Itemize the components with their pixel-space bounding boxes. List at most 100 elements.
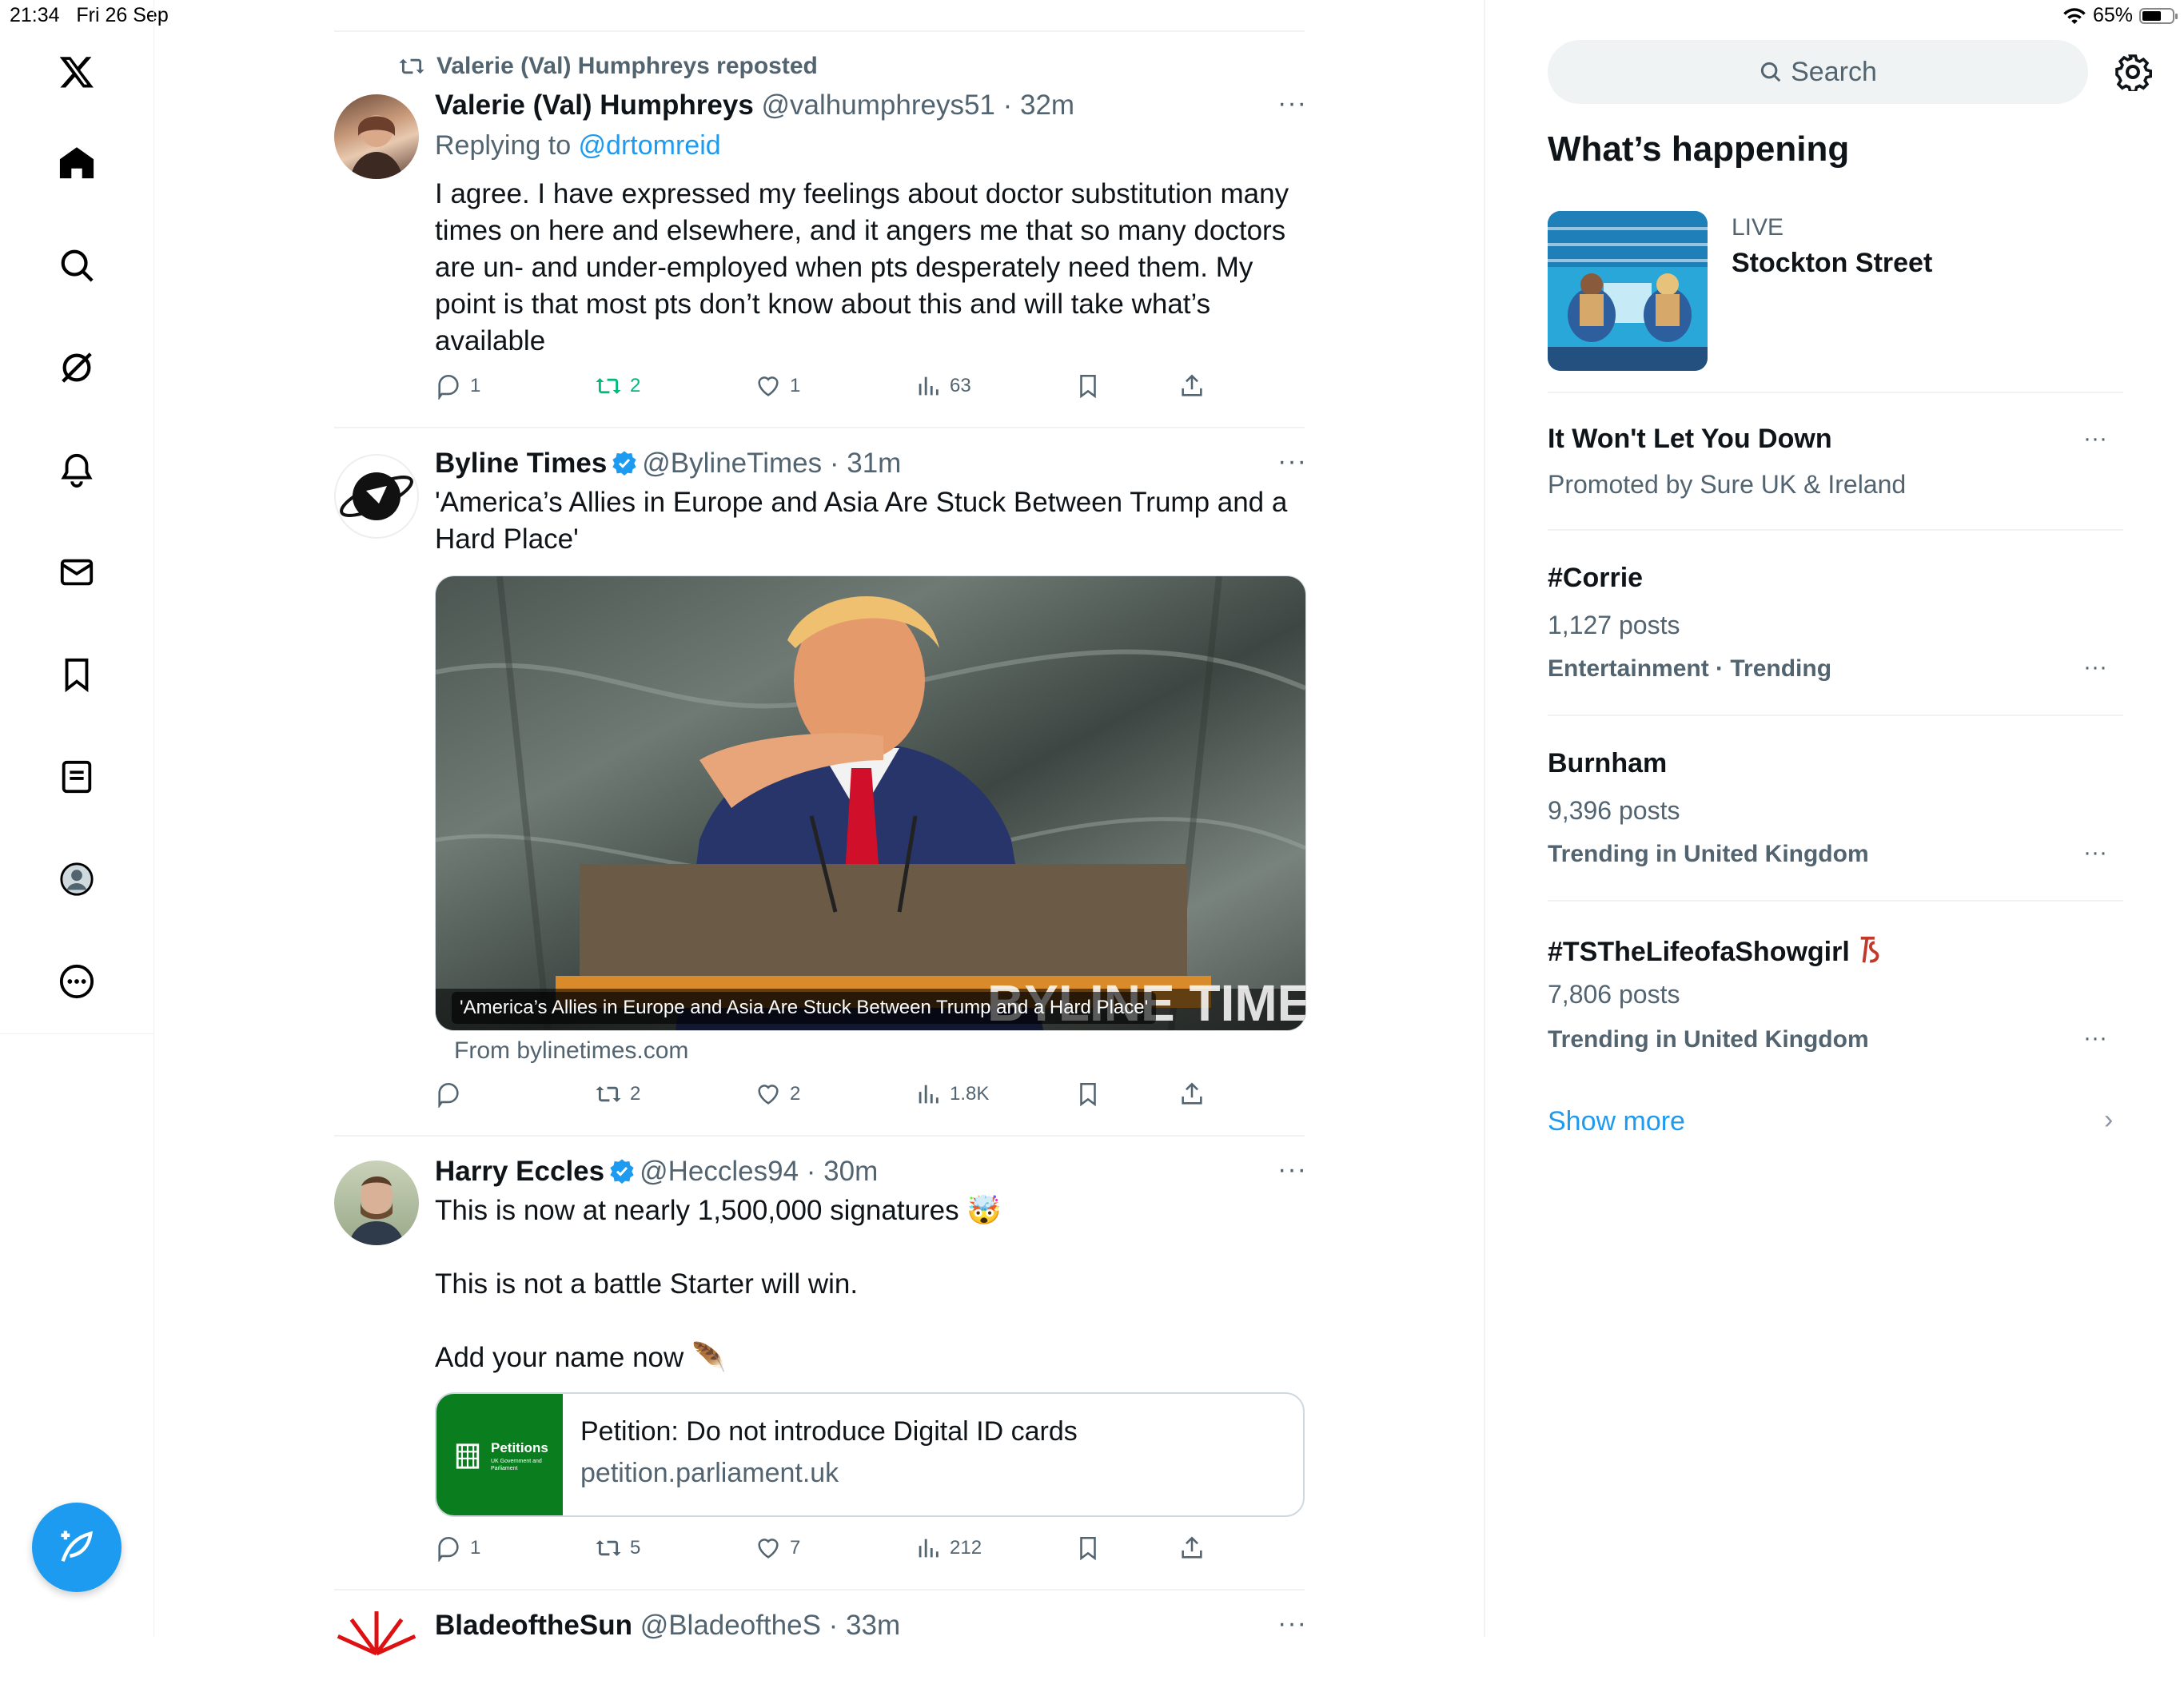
avatar[interactable] bbox=[334, 1611, 419, 1696]
text-line: point is that most pts don’t know about … bbox=[435, 289, 1211, 320]
avatar[interactable] bbox=[334, 94, 419, 179]
verified-badge-icon bbox=[612, 451, 636, 476]
author-handle[interactable]: @valhumphreys51 bbox=[762, 90, 995, 121]
views-button[interactable]: 212 bbox=[915, 1535, 982, 1562]
chevron-right-icon[interactable]: › bbox=[2104, 1105, 2113, 1136]
repost-button[interactable]: 2 bbox=[595, 1081, 640, 1108]
author-name[interactable]: BladeoftheSun bbox=[435, 1610, 632, 1641]
replying-to: Replying to @drtomreid bbox=[435, 130, 721, 161]
trend-name: #Corrie bbox=[1548, 563, 1644, 593]
x-logo-icon[interactable] bbox=[45, 40, 109, 104]
repost-icon bbox=[399, 58, 424, 74]
tweet-time[interactable]: 33m bbox=[846, 1610, 900, 1641]
bookmark-icon bbox=[1080, 1082, 1096, 1107]
tweet-text: 'America’s Allies in Europe and Asia Are… bbox=[435, 484, 1298, 558]
battery-percent: 65% bbox=[2092, 4, 2133, 26]
link-source[interactable]: From bylinetimes.com bbox=[454, 1037, 688, 1065]
more-options-icon[interactable]: ··· bbox=[1277, 1154, 1307, 1185]
views-button[interactable]: 63 bbox=[915, 372, 971, 400]
heart-icon bbox=[758, 1085, 779, 1105]
views-icon bbox=[919, 376, 939, 396]
author-name[interactable]: Harry Eccles bbox=[435, 1156, 604, 1187]
link-card[interactable]: Petitions UK Government and Parliament P… bbox=[435, 1392, 1305, 1517]
author-handle[interactable]: @BladeoftheS bbox=[640, 1610, 821, 1641]
avatar[interactable] bbox=[334, 454, 419, 539]
share-button[interactable] bbox=[1178, 1535, 1206, 1562]
tweet-header: Valerie (Val) Humphreys @valhumphreys51 … bbox=[435, 90, 1075, 121]
search-icon bbox=[1761, 62, 1781, 82]
share-icon bbox=[1182, 1082, 1202, 1105]
divider bbox=[1548, 529, 2123, 531]
nav-separator bbox=[0, 1033, 153, 1034]
like-button[interactable]: 7 bbox=[755, 1535, 800, 1562]
trend-post-count: 9,396 posts bbox=[1548, 796, 1680, 825]
tweet-time[interactable]: 31m bbox=[847, 448, 901, 479]
like-button[interactable]: 2 bbox=[755, 1081, 800, 1108]
more-options-icon[interactable]: ··· bbox=[2083, 1025, 2107, 1052]
text-line: 'America’s Allies in Europe and Asia Are… bbox=[435, 487, 1288, 518]
profile-icon[interactable] bbox=[45, 847, 109, 911]
petitions-logo: Petitions UK Government and Parliament bbox=[436, 1394, 563, 1515]
tweet-header: Byline Times @BylineTimes · 31m bbox=[435, 448, 902, 479]
search-icon[interactable] bbox=[45, 233, 109, 297]
card-domain: petition.parliament.uk bbox=[580, 1458, 839, 1488]
author-handle[interactable]: @BylineTimes bbox=[642, 448, 822, 479]
home-icon[interactable] bbox=[45, 131, 109, 195]
bookmark-button[interactable] bbox=[1074, 1081, 1102, 1108]
trend-name: #TSTheLifeofaShowgirl bbox=[1548, 934, 1889, 968]
bell-icon[interactable] bbox=[45, 438, 109, 502]
text-line: Add your name now 🪶 bbox=[435, 1342, 727, 1373]
petitions-logo-sub: UK Government and Parliament bbox=[491, 1459, 542, 1471]
bookmark-button[interactable] bbox=[1074, 1535, 1102, 1562]
bookmark-icon[interactable] bbox=[45, 643, 109, 707]
repost-button[interactable]: 2 bbox=[595, 372, 640, 400]
share-button[interactable] bbox=[1178, 1081, 1206, 1108]
tweet-time[interactable]: 30m bbox=[823, 1156, 878, 1187]
trend-category: Trending in United Kingdom bbox=[1548, 841, 1869, 867]
show-more-link[interactable]: Show more bbox=[1548, 1106, 1685, 1137]
reply-button[interactable]: 1 bbox=[435, 1535, 480, 1562]
whats-happening-title: What’s happening bbox=[1548, 129, 1850, 169]
repost-button[interactable]: 5 bbox=[595, 1535, 640, 1562]
more-options-icon[interactable]: ··· bbox=[1277, 88, 1307, 119]
text-line: This is now at nearly 1,500,000 signatur… bbox=[435, 1195, 1002, 1226]
trend-category: Entertainment · Trending bbox=[1548, 655, 1832, 682]
portcullis-icon bbox=[456, 1443, 480, 1469]
more-options-icon[interactable]: ··· bbox=[1277, 1608, 1307, 1639]
more-options-icon[interactable]: ··· bbox=[2083, 425, 2107, 452]
more-options-icon[interactable]: ··· bbox=[2083, 654, 2107, 681]
reply-button[interactable] bbox=[435, 1081, 470, 1108]
tweet-actions: 2 2 1.8K bbox=[435, 1081, 1306, 1113]
reply-mention-link[interactable]: @drtomreid bbox=[579, 130, 721, 161]
grok-icon[interactable] bbox=[45, 336, 109, 400]
search-input[interactable]: Search bbox=[1548, 40, 2088, 104]
compose-icon bbox=[61, 1531, 93, 1563]
trend-post-count: 1,127 posts bbox=[1548, 611, 1680, 639]
card-title: Petition: Do not introduce Digital ID ca… bbox=[580, 1416, 1078, 1447]
reply-icon bbox=[438, 375, 459, 400]
author-handle[interactable]: @Heccles94 bbox=[640, 1156, 799, 1187]
like-button[interactable]: 1 bbox=[755, 372, 800, 400]
bookmark-button[interactable] bbox=[1074, 372, 1102, 400]
more-options-icon[interactable]: ··· bbox=[2083, 839, 2107, 866]
lists-icon[interactable] bbox=[45, 745, 109, 809]
mail-icon[interactable] bbox=[45, 540, 109, 604]
author-name[interactable]: Valerie (Val) Humphreys bbox=[435, 90, 754, 121]
more-circle-icon[interactable] bbox=[45, 950, 109, 1013]
reply-icon bbox=[438, 1083, 459, 1108]
column-divider bbox=[1484, 0, 1485, 1637]
views-button[interactable]: 1.8K bbox=[915, 1081, 989, 1108]
compose-button[interactable] bbox=[32, 1503, 122, 1592]
author-name[interactable]: Byline Times bbox=[435, 448, 607, 479]
avatar[interactable] bbox=[334, 1161, 419, 1245]
more-options-icon[interactable]: ··· bbox=[1277, 446, 1307, 477]
reply-button[interactable]: 1 bbox=[435, 372, 480, 400]
repost-icon bbox=[596, 1086, 621, 1102]
live-thumbnail bbox=[1548, 211, 1708, 371]
text-line: available bbox=[435, 325, 546, 356]
share-button[interactable] bbox=[1178, 372, 1206, 400]
tweet-time[interactable]: 32m bbox=[1020, 90, 1074, 121]
text-line: times on here and elsewhere, and it ange… bbox=[435, 215, 1286, 246]
link-card-media[interactable]: BYLINE TIMES 'America’s Allies in Europe… bbox=[435, 575, 1306, 1031]
settings-gear-icon[interactable] bbox=[2114, 53, 2152, 95]
